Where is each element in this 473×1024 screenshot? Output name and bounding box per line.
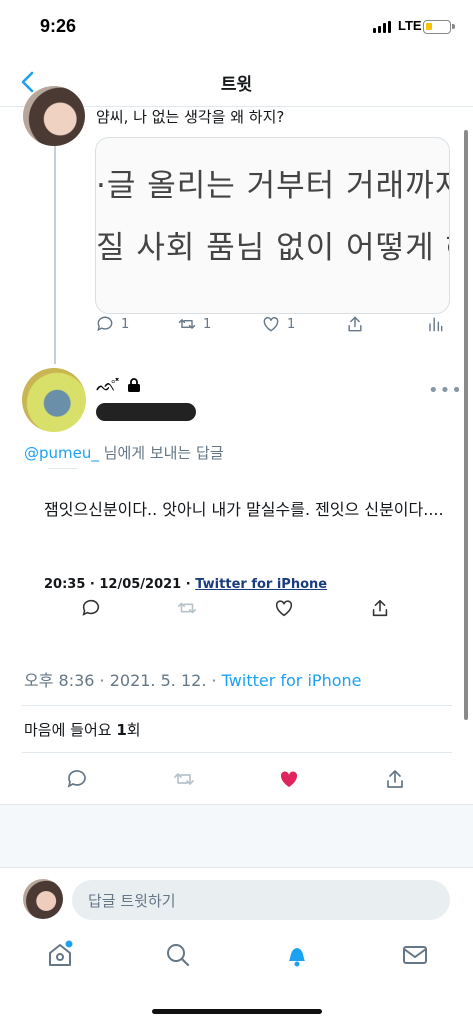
tweet-text: 잼잇으신분이다.. 앗아니 내가 말실수를. 젠잇으 신분이다.... (44, 500, 444, 519)
network-label: LTE (398, 18, 422, 33)
lock-icon (128, 378, 141, 392)
home-indicator (152, 1009, 322, 1014)
parent-tweet-text: 얌씨, 나 없는 생각을 왜 하지? (96, 108, 285, 126)
reply-button[interactable]: 1 (95, 314, 129, 334)
reply-context: @pumeu_ 님에게 보내는 답글 (24, 442, 224, 463)
heart-filled-icon[interactable] (277, 767, 301, 791)
share-icon (348, 316, 362, 332)
more-icon: ••• (428, 380, 463, 401)
redacted-handle (96, 403, 196, 421)
display-name-text: ᨒ̊ ̽ (96, 376, 122, 395)
retweet-icon (178, 319, 196, 329)
avatar[interactable] (22, 368, 86, 432)
analytics-icon (429, 317, 443, 332)
likes-suffix: 회 (126, 721, 141, 739)
scrollbar[interactable] (464, 130, 468, 720)
mail-icon (403, 946, 427, 964)
tab-search[interactable] (163, 940, 193, 970)
status-time: 9:26 (40, 16, 77, 36)
reply-divider (48, 468, 78, 469)
divider (22, 752, 452, 753)
battery-icon (423, 20, 455, 34)
divider (22, 705, 452, 706)
reply-context-suffix: 님에게 보내는 답글 (98, 444, 224, 462)
share-icon[interactable] (369, 597, 391, 619)
reply-count: 1 (121, 316, 130, 332)
retweet-icon[interactable] (172, 767, 196, 791)
embed-time-date: 20:35 · 12/05/2021 · (44, 577, 196, 592)
media-text-line: 질 사회 품님 없이 어떻게 헤 (96, 230, 450, 266)
bell-icon (289, 948, 305, 967)
retweet-button[interactable]: 1 (177, 314, 211, 334)
heart-outline-icon[interactable] (273, 597, 295, 619)
display-name[interactable]: ᨒ̊ ̽ (96, 376, 142, 396)
like-count: 1 (287, 316, 296, 332)
retweet-icon[interactable] (176, 597, 198, 619)
reply-icon[interactable] (65, 767, 89, 791)
search-icon (167, 944, 190, 967)
reply-placeholder: 답글 트윗하기 (88, 891, 176, 910)
home-icon (49, 940, 73, 966)
tab-notifications[interactable] (282, 940, 312, 970)
reply-icon (97, 316, 113, 332)
source-link[interactable]: Twitter for iPhone (222, 671, 362, 690)
likes-prefix: 마음에 들어요 (24, 721, 117, 739)
share-icon[interactable] (383, 767, 407, 791)
tweet-actions (65, 767, 415, 795)
share-button[interactable] (345, 314, 365, 334)
avatar[interactable] (23, 879, 63, 919)
more-options-button[interactable]: ••• (428, 380, 463, 401)
analytics-button[interactable] (425, 314, 445, 334)
heart-outline-icon (263, 317, 279, 332)
timestamp-text: 오후 8:36 · 2021. 5. 12. · (24, 671, 222, 690)
avatar[interactable] (23, 86, 85, 146)
likes-count: 1 (116, 721, 127, 739)
reply-input[interactable]: 답글 트윗하기 (72, 880, 450, 920)
embed-source-link[interactable]: Twitter for iPhone (195, 577, 327, 592)
tweet-media-image[interactable]: ·글 올리는 거부터 거래까지 질 사회 품님 없이 어떻게 헤 (95, 137, 450, 314)
reply-icon[interactable] (80, 597, 102, 619)
tweet-timestamp: 오후 8:36 · 2021. 5. 12. · Twitter for iPh… (24, 667, 361, 691)
empty-replies-area (0, 804, 473, 868)
like-button[interactable]: 1 (261, 314, 295, 334)
likes-summary[interactable]: 마음에 들어요 1회 (24, 719, 141, 740)
retweet-count: 1 (203, 316, 212, 332)
embed-meta: 20:35 · 12/05/2021 · Twitter for iPhone (44, 577, 327, 592)
signal-icon (373, 21, 391, 33)
tab-messages[interactable] (400, 940, 430, 970)
tab-bar (0, 938, 473, 978)
thread-connector (54, 144, 56, 364)
tab-home[interactable] (45, 940, 75, 970)
reply-mention-link[interactable]: @pumeu_ (24, 444, 99, 462)
media-text-line: ·글 올리는 거부터 거래까지 (96, 168, 450, 204)
